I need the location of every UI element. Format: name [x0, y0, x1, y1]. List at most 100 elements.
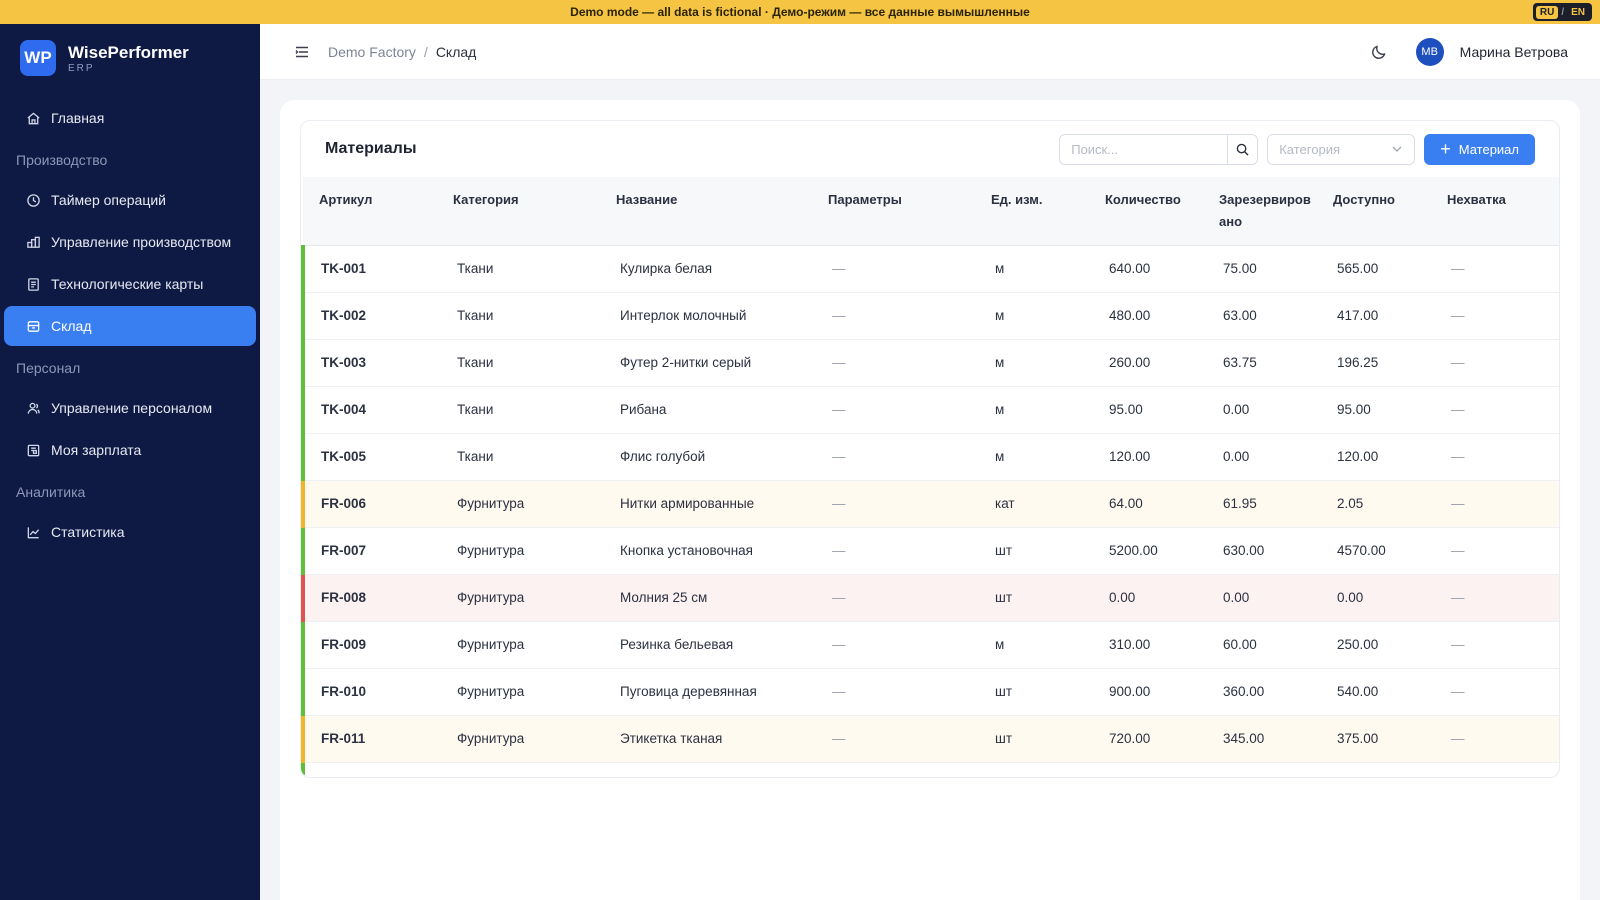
cell-unit: шт — [975, 574, 1089, 622]
sidebar-item-label: Моя зарплата — [51, 442, 142, 458]
user-name[interactable]: Марина Ветрова — [1460, 44, 1568, 60]
sidebar-item-salary[interactable]: Моя зарплата — [4, 430, 256, 470]
cell-quantity: 64.00 — [1089, 480, 1203, 528]
cell-category: Фурнитура — [437, 527, 600, 575]
moon-icon[interactable] — [1370, 43, 1388, 61]
table-row[interactable]: FR-010 Фурнитура Пуговица деревянная — ш… — [301, 668, 1559, 716]
cell-quantity: 310.00 — [1089, 621, 1203, 669]
column-header-category[interactable]: Категория — [437, 177, 600, 246]
cell-category: Фурнитура — [437, 574, 600, 622]
column-header-reserved[interactable]: Зарезервировано — [1203, 177, 1317, 246]
cell-shortage: — — [1431, 527, 1559, 575]
cell-available: 0.00 — [1317, 574, 1431, 622]
cell-unit: кат — [975, 480, 1089, 528]
cell-name: Рибана — [600, 386, 812, 434]
cell-sku: TK-005 — [301, 433, 437, 481]
cell-category: Ткани — [437, 245, 600, 293]
sidebar: WP WisePerformer ERP Главная Производств… — [0, 24, 260, 900]
cell-available: 375.00 — [1317, 715, 1431, 763]
cell-params: — — [812, 433, 975, 481]
box-icon — [27, 320, 40, 332]
cell-unit: м — [975, 621, 1089, 669]
materials-table-body: TK-001 Ткани Кулирка белая — м 640.00 75… — [301, 245, 1559, 763]
menu-toggle-button[interactable] — [292, 42, 312, 62]
table-row[interactable]: TK-004 Ткани Рибана — м 95.00 0.00 95.00… — [301, 386, 1559, 434]
table-row[interactable]: TK-002 Ткани Интерлок молочный — м 480.0… — [301, 292, 1559, 340]
factory-icon — [27, 236, 40, 248]
language-switcher[interactable]: RU / EN — [1532, 3, 1592, 21]
sidebar-item-staff[interactable]: Управление персоналом — [4, 388, 256, 428]
cell-params: — — [812, 339, 975, 387]
column-header-shortage[interactable]: Нехватка — [1431, 177, 1559, 246]
home-icon — [27, 111, 40, 124]
cell-params: — — [812, 574, 975, 622]
cell-shortage: — — [1431, 386, 1559, 434]
category-select[interactable]: Категория — [1267, 133, 1416, 165]
sidebar-nav: Главная Производство Таймер операций Упр… — [0, 92, 260, 552]
cell-name: Флис голубой — [600, 433, 812, 481]
cell-shortage: — — [1431, 339, 1559, 387]
cell-quantity: 720.00 — [1089, 715, 1203, 763]
sidebar-item-tech-cards[interactable]: Технологические карты — [4, 264, 256, 304]
cell-category: Фурнитура — [437, 621, 600, 669]
lang-ru[interactable]: RU — [1535, 5, 1559, 19]
column-header-quantity[interactable]: Количество — [1089, 177, 1203, 246]
table-row[interactable]: TK-003 Ткани Футер 2-нитки серый — м 260… — [301, 339, 1559, 387]
page-title: Материалы — [325, 140, 417, 157]
cell-category: Ткани — [437, 292, 600, 340]
cell-available: 2.05 — [1317, 480, 1431, 528]
table-row[interactable]: FR-008 Фурнитура Молния 25 см — шт 0.00 … — [301, 574, 1559, 622]
sidebar-item-warehouse[interactable]: Склад — [4, 306, 256, 346]
brand[interactable]: WP WisePerformer ERP — [0, 24, 260, 92]
cell-available: 540.00 — [1317, 668, 1431, 716]
materials-table: Артикул Категория Название Параметры Ед.… — [301, 177, 1559, 763]
table-row[interactable]: FR-006 Фурнитура Нитки армированные — ка… — [301, 480, 1559, 528]
table-row[interactable]: TK-005 Ткани Флис голубой — м 120.00 0.0… — [301, 433, 1559, 481]
cell-reserved: 61.95 — [1203, 480, 1317, 528]
cell-name: Кулирка белая — [600, 245, 812, 293]
lang-en[interactable]: EN — [1567, 6, 1589, 19]
cell-available: 417.00 — [1317, 292, 1431, 340]
column-header-unit[interactable]: Ед. изм. — [975, 177, 1089, 246]
column-header-params[interactable]: Параметры — [812, 177, 975, 246]
search-input[interactable] — [1059, 133, 1228, 165]
breadcrumb: Demo Factory / Склад — [328, 44, 476, 60]
cell-quantity: 260.00 — [1089, 339, 1203, 387]
cell-params: — — [812, 715, 975, 763]
column-header-available[interactable]: Доступно — [1317, 177, 1431, 246]
column-header-name[interactable]: Название — [600, 177, 812, 246]
chevron-down-icon — [1392, 146, 1402, 152]
cell-available: 4570.00 — [1317, 527, 1431, 575]
table-row[interactable]: TK-001 Ткани Кулирка белая — м 640.00 75… — [301, 245, 1559, 293]
demo-banner: Demo mode — all data is fictional · Демо… — [0, 0, 1600, 24]
top-header: Demo Factory / Склад МВ Марина Ветрова — [260, 24, 1600, 80]
cell-unit: шт — [975, 715, 1089, 763]
sidebar-item-timer[interactable]: Таймер операций — [4, 180, 256, 220]
table-row[interactable]: FR-007 Фурнитура Кнопка установочная — ш… — [301, 527, 1559, 575]
sidebar-item-production[interactable]: Управление производством — [4, 222, 256, 262]
menu-icon — [295, 46, 308, 57]
sidebar-group-analytics: Аналитика — [16, 484, 86, 500]
demo-banner-text: Demo mode — all data is fictional · Демо… — [570, 5, 1030, 19]
cell-reserved: 75.00 — [1203, 245, 1317, 293]
lang-separator: / — [1561, 6, 1565, 18]
add-material-button[interactable]: + Материал — [1424, 133, 1535, 165]
cell-available: 565.00 — [1317, 245, 1431, 293]
column-header-sku[interactable]: Артикул — [303, 177, 437, 246]
breadcrumb-parent-link[interactable]: Demo Factory — [328, 44, 416, 60]
table-header-row: Артикул Категория Название Параметры Ед.… — [303, 177, 1559, 246]
search-button[interactable] — [1227, 133, 1259, 165]
cell-quantity: 640.00 — [1089, 245, 1203, 293]
cell-quantity: 900.00 — [1089, 668, 1203, 716]
table-row[interactable]: FR-011 Фурнитура Этикетка тканая — шт 72… — [301, 715, 1559, 763]
sidebar-item-stats[interactable]: Статистика — [4, 512, 256, 552]
cell-quantity: 5200.00 — [1089, 527, 1203, 575]
cell-shortage: — — [1431, 621, 1559, 669]
search-group — [1059, 133, 1259, 165]
breadcrumb-separator: / — [423, 43, 428, 60]
avatar[interactable]: МВ — [1415, 37, 1444, 66]
cell-sku: TK-003 — [301, 339, 437, 387]
table-row[interactable]: FR-009 Фурнитура Резинка бельевая — м 31… — [301, 621, 1559, 669]
sidebar-item-home[interactable]: Главная — [4, 98, 256, 138]
cell-name: Нитки армированные — [600, 480, 812, 528]
